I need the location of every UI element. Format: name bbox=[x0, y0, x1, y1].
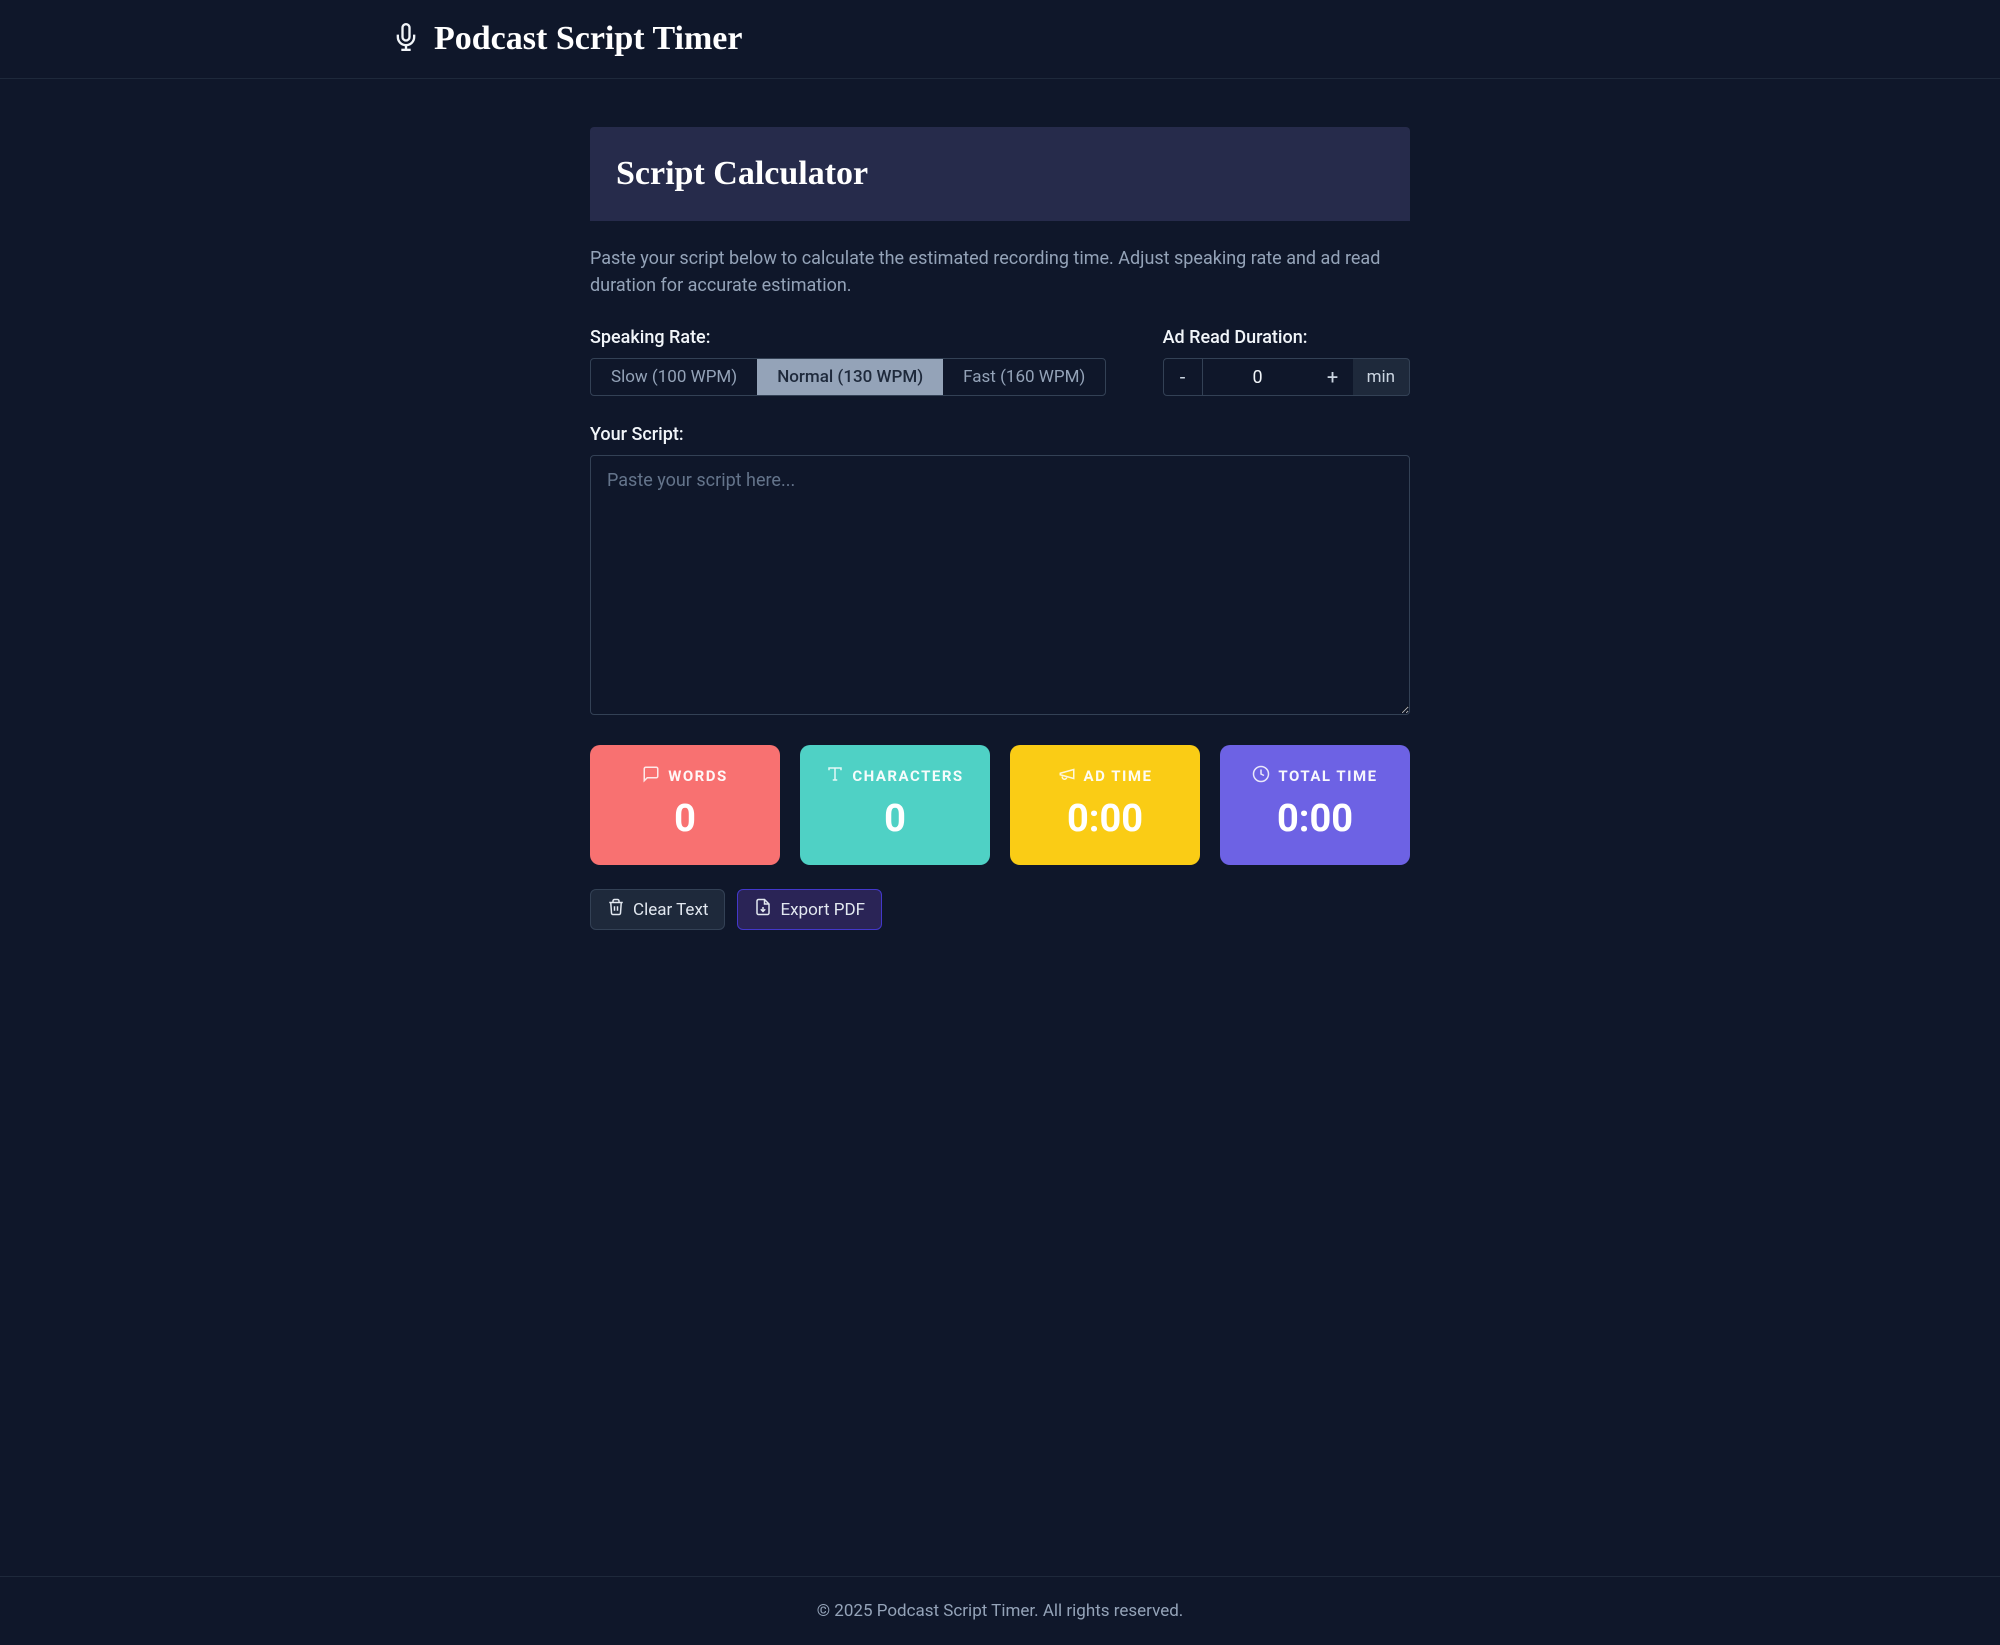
clock-icon bbox=[1252, 765, 1270, 787]
calculator-card: Script Calculator Paste your script belo… bbox=[590, 127, 1410, 930]
actions-row: Clear Text Export PDF bbox=[590, 889, 1410, 930]
megaphone-icon bbox=[1058, 765, 1076, 787]
rate-normal-button[interactable]: Normal (130 WPM) bbox=[757, 359, 943, 395]
clear-text-button[interactable]: Clear Text bbox=[590, 889, 725, 930]
ad-decrement-button[interactable]: - bbox=[1163, 358, 1203, 396]
speaking-rate-group: Speaking Rate: Slow (100 WPM) Normal (13… bbox=[590, 327, 1106, 396]
ad-duration-stepper: - + min bbox=[1163, 358, 1410, 396]
characters-stat-card: CHARACTERS 0 bbox=[800, 745, 990, 865]
trash-icon bbox=[607, 898, 625, 921]
stats-row: WORDS 0 CHARACTERS 0 bbox=[590, 745, 1410, 865]
ad-increment-button[interactable]: + bbox=[1313, 358, 1353, 396]
speaking-rate-segmented: Slow (100 WPM) Normal (130 WPM) Fast (16… bbox=[590, 358, 1106, 396]
words-value: 0 bbox=[606, 797, 764, 841]
card-header: Script Calculator bbox=[590, 127, 1410, 221]
speaking-rate-label: Speaking Rate: bbox=[590, 327, 1106, 348]
characters-value: 0 bbox=[816, 797, 974, 841]
rate-slow-button[interactable]: Slow (100 WPM) bbox=[591, 359, 757, 395]
adtime-label: AD TIME bbox=[1084, 767, 1153, 785]
chat-icon bbox=[642, 765, 660, 787]
totaltime-label: TOTAL TIME bbox=[1278, 767, 1377, 785]
file-icon bbox=[754, 898, 772, 921]
footer-text: © 2025 Podcast Script Timer. All rights … bbox=[817, 1601, 1184, 1621]
ad-duration-label: Ad Read Duration: bbox=[1163, 327, 1410, 348]
ad-duration-input[interactable] bbox=[1203, 358, 1313, 396]
totaltime-stat-card: TOTAL TIME 0:00 bbox=[1220, 745, 1410, 865]
script-label: Your Script: bbox=[590, 424, 1410, 445]
adtime-value: 0:00 bbox=[1026, 797, 1184, 841]
words-label: WORDS bbox=[668, 767, 728, 785]
clear-text-label: Clear Text bbox=[633, 900, 708, 920]
microphone-icon bbox=[392, 23, 420, 55]
export-pdf-button[interactable]: Export PDF bbox=[737, 889, 882, 930]
adtime-stat-card: AD TIME 0:00 bbox=[1010, 745, 1200, 865]
app-footer: © 2025 Podcast Script Timer. All rights … bbox=[0, 1576, 2000, 1645]
ad-duration-group: Ad Read Duration: - + min bbox=[1163, 327, 1410, 396]
app-title: Podcast Script Timer bbox=[434, 20, 743, 58]
characters-label: CHARACTERS bbox=[852, 767, 963, 785]
card-description: Paste your script below to calculate the… bbox=[590, 245, 1410, 299]
totaltime-value: 0:00 bbox=[1236, 797, 1394, 841]
app-header: Podcast Script Timer bbox=[0, 0, 2000, 79]
main-content: Script Calculator Paste your script belo… bbox=[360, 79, 1640, 1576]
words-stat-card: WORDS 0 bbox=[590, 745, 780, 865]
export-pdf-label: Export PDF bbox=[780, 900, 865, 920]
rate-fast-button[interactable]: Fast (160 WPM) bbox=[943, 359, 1105, 395]
script-textarea[interactable] bbox=[590, 455, 1410, 715]
ad-duration-unit: min bbox=[1353, 358, 1410, 396]
card-title: Script Calculator bbox=[616, 155, 1384, 193]
type-icon bbox=[826, 765, 844, 787]
